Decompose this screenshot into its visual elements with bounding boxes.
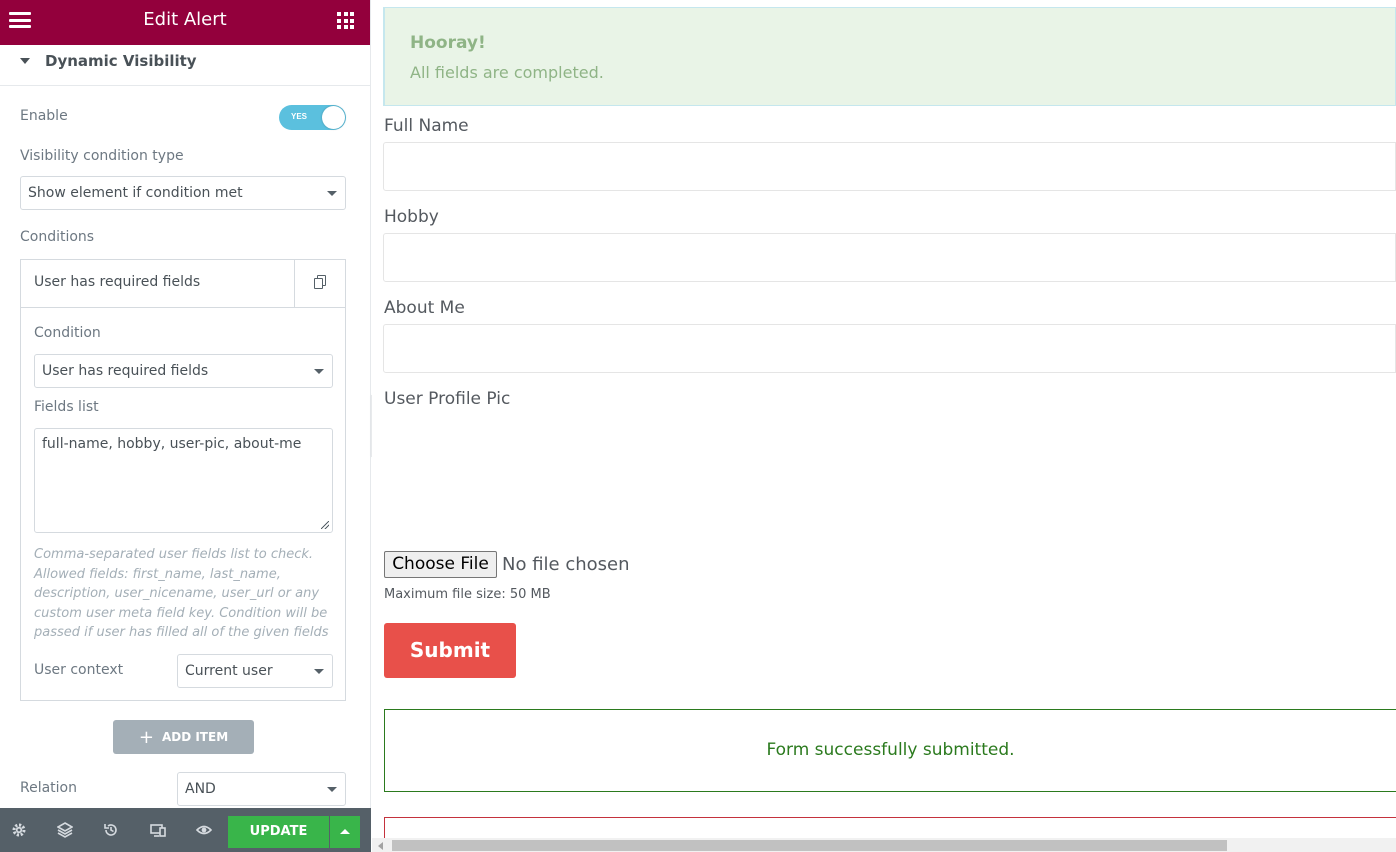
horizontal-scrollbar[interactable] bbox=[372, 838, 1396, 852]
file-status: No file chosen bbox=[502, 554, 630, 575]
preview-canvas: Hooray! All fields are completed. Full N… bbox=[372, 0, 1396, 852]
settings-icon[interactable] bbox=[11, 822, 27, 838]
scrollbar-thumb[interactable] bbox=[392, 840, 1227, 851]
fields-list-description: Comma-separated user fields list to chec… bbox=[34, 547, 329, 640]
about-me-label: About Me bbox=[384, 298, 465, 318]
update-options-button[interactable] bbox=[330, 816, 360, 848]
visibility-type-select[interactable]: Show element if condition met bbox=[20, 176, 346, 210]
editor-panel: Edit Alert Dynamic Visibility Enable YES… bbox=[0, 0, 371, 852]
relation-label: Relation bbox=[20, 780, 77, 796]
condition-select[interactable]: User has required fields bbox=[34, 354, 333, 388]
dropdown-arrow-icon bbox=[314, 669, 324, 674]
apps-grid-icon[interactable] bbox=[337, 12, 354, 29]
relation-select[interactable]: AND bbox=[177, 772, 346, 806]
visibility-type-value: Show element if condition met bbox=[28, 185, 243, 201]
duplicate-button[interactable] bbox=[294, 260, 345, 307]
history-icon[interactable] bbox=[103, 822, 119, 838]
section-toggle-dynamic-visibility[interactable]: Dynamic Visibility bbox=[0, 45, 370, 86]
dropdown-arrow-icon bbox=[327, 787, 337, 792]
alert-description: All fields are completed. bbox=[410, 63, 604, 82]
switch-text: YES bbox=[291, 112, 308, 121]
full-name-input[interactable] bbox=[383, 142, 1396, 191]
resize-handle-icon[interactable] bbox=[321, 521, 329, 529]
enable-label: Enable bbox=[20, 108, 68, 124]
fields-list-label: Fields list bbox=[34, 399, 99, 415]
scroll-left-arrow-icon[interactable] bbox=[378, 842, 383, 850]
conditions-label: Conditions bbox=[20, 229, 95, 245]
plus-icon: + bbox=[138, 727, 154, 748]
dropdown-arrow-icon bbox=[327, 191, 337, 196]
caret-up-icon bbox=[340, 829, 350, 834]
fields-list-value: full-name, hobby, user-pic, about-me bbox=[42, 436, 302, 452]
panel-header: Edit Alert bbox=[0, 0, 370, 45]
hobby-label: Hobby bbox=[384, 207, 439, 227]
add-item-button[interactable]: + ADD ITEM bbox=[113, 720, 254, 754]
relation-value: AND bbox=[185, 781, 216, 797]
conditions-repeater: User has required fields Condition User … bbox=[20, 259, 346, 701]
repeater-item-title: User has required fields bbox=[34, 274, 201, 290]
alert-widget[interactable]: Hooray! All fields are completed. bbox=[383, 7, 1396, 106]
user-profile-pic-label: User Profile Pic bbox=[384, 389, 511, 409]
user-context-label: User context bbox=[34, 662, 124, 678]
preview-eye-icon[interactable] bbox=[196, 822, 212, 838]
max-file-size-note: Maximum file size: 50 MB bbox=[384, 587, 551, 602]
choose-file-button[interactable]: Choose File bbox=[384, 551, 497, 578]
switch-knob bbox=[322, 106, 345, 129]
add-item-label: ADD ITEM bbox=[161, 730, 229, 744]
user-context-value: Current user bbox=[185, 663, 273, 679]
update-button[interactable]: UPDATE bbox=[228, 816, 329, 848]
enable-switch[interactable]: YES bbox=[279, 105, 346, 130]
alert-title: Hooray! bbox=[410, 33, 486, 53]
hobby-input[interactable] bbox=[383, 233, 1396, 282]
section-title: Dynamic Visibility bbox=[45, 52, 197, 70]
responsive-mode-icon[interactable] bbox=[150, 822, 166, 838]
full-name-label: Full Name bbox=[384, 116, 469, 136]
panel-title: Edit Alert bbox=[143, 9, 227, 30]
panel-footer: UPDATE bbox=[0, 808, 371, 852]
dropdown-arrow-icon bbox=[314, 369, 324, 374]
submit-button[interactable]: Submit bbox=[384, 623, 516, 678]
caret-down-icon bbox=[20, 58, 30, 64]
repeater-item-header[interactable]: User has required fields bbox=[21, 260, 345, 308]
navigator-layers-icon[interactable] bbox=[57, 822, 73, 838]
copy-icon bbox=[314, 275, 326, 289]
fields-list-textarea[interactable]: full-name, hobby, user-pic, about-me bbox=[34, 428, 333, 533]
about-me-input[interactable] bbox=[383, 324, 1396, 373]
user-context-select[interactable]: Current user bbox=[177, 654, 333, 688]
visibility-type-label: Visibility condition type bbox=[20, 148, 184, 164]
success-message: Form successfully submitted. bbox=[384, 709, 1396, 792]
condition-value: User has required fields bbox=[42, 363, 209, 379]
condition-label: Condition bbox=[34, 325, 101, 341]
